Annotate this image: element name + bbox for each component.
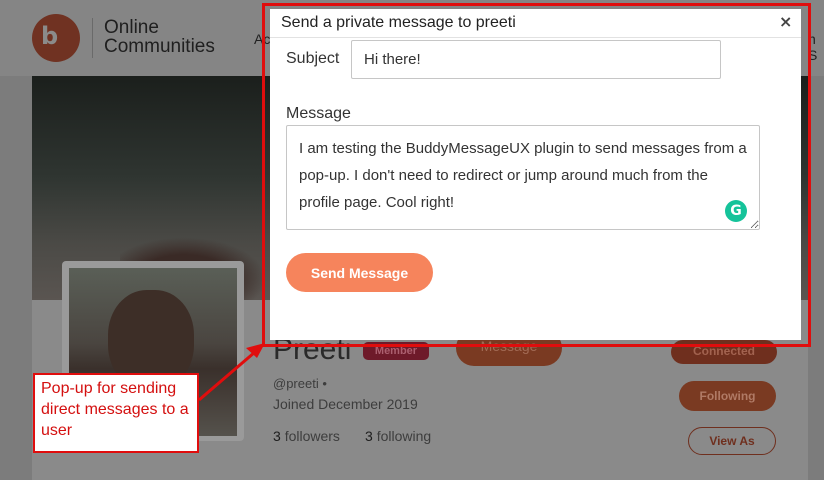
following-count[interactable]: 3 following <box>365 428 431 444</box>
annotation-frame <box>262 3 811 347</box>
followers-number: 3 <box>273 428 281 444</box>
brand-line-2: Communities <box>104 36 215 57</box>
followers-count[interactable]: 3 followers <box>273 428 340 444</box>
following-label: following <box>376 428 432 444</box>
view-as-button[interactable]: View As <box>688 427 776 455</box>
site-logo-icon[interactable]: b <box>32 14 80 62</box>
joined-date: Joined December 2019 <box>273 396 418 412</box>
following-number: 3 <box>365 428 373 444</box>
logo-glyph: b <box>41 22 59 50</box>
brand-line-1: Online <box>104 17 159 38</box>
profile-handle: @preeti • <box>273 376 327 391</box>
following-button[interactable]: Following <box>679 381 776 411</box>
annotation-callout: Pop-up for sending direct messages to a … <box>33 373 199 453</box>
logo-divider <box>92 18 93 58</box>
site-brand[interactable]: Online Communities <box>104 18 215 56</box>
followers-label: followers <box>284 428 340 444</box>
